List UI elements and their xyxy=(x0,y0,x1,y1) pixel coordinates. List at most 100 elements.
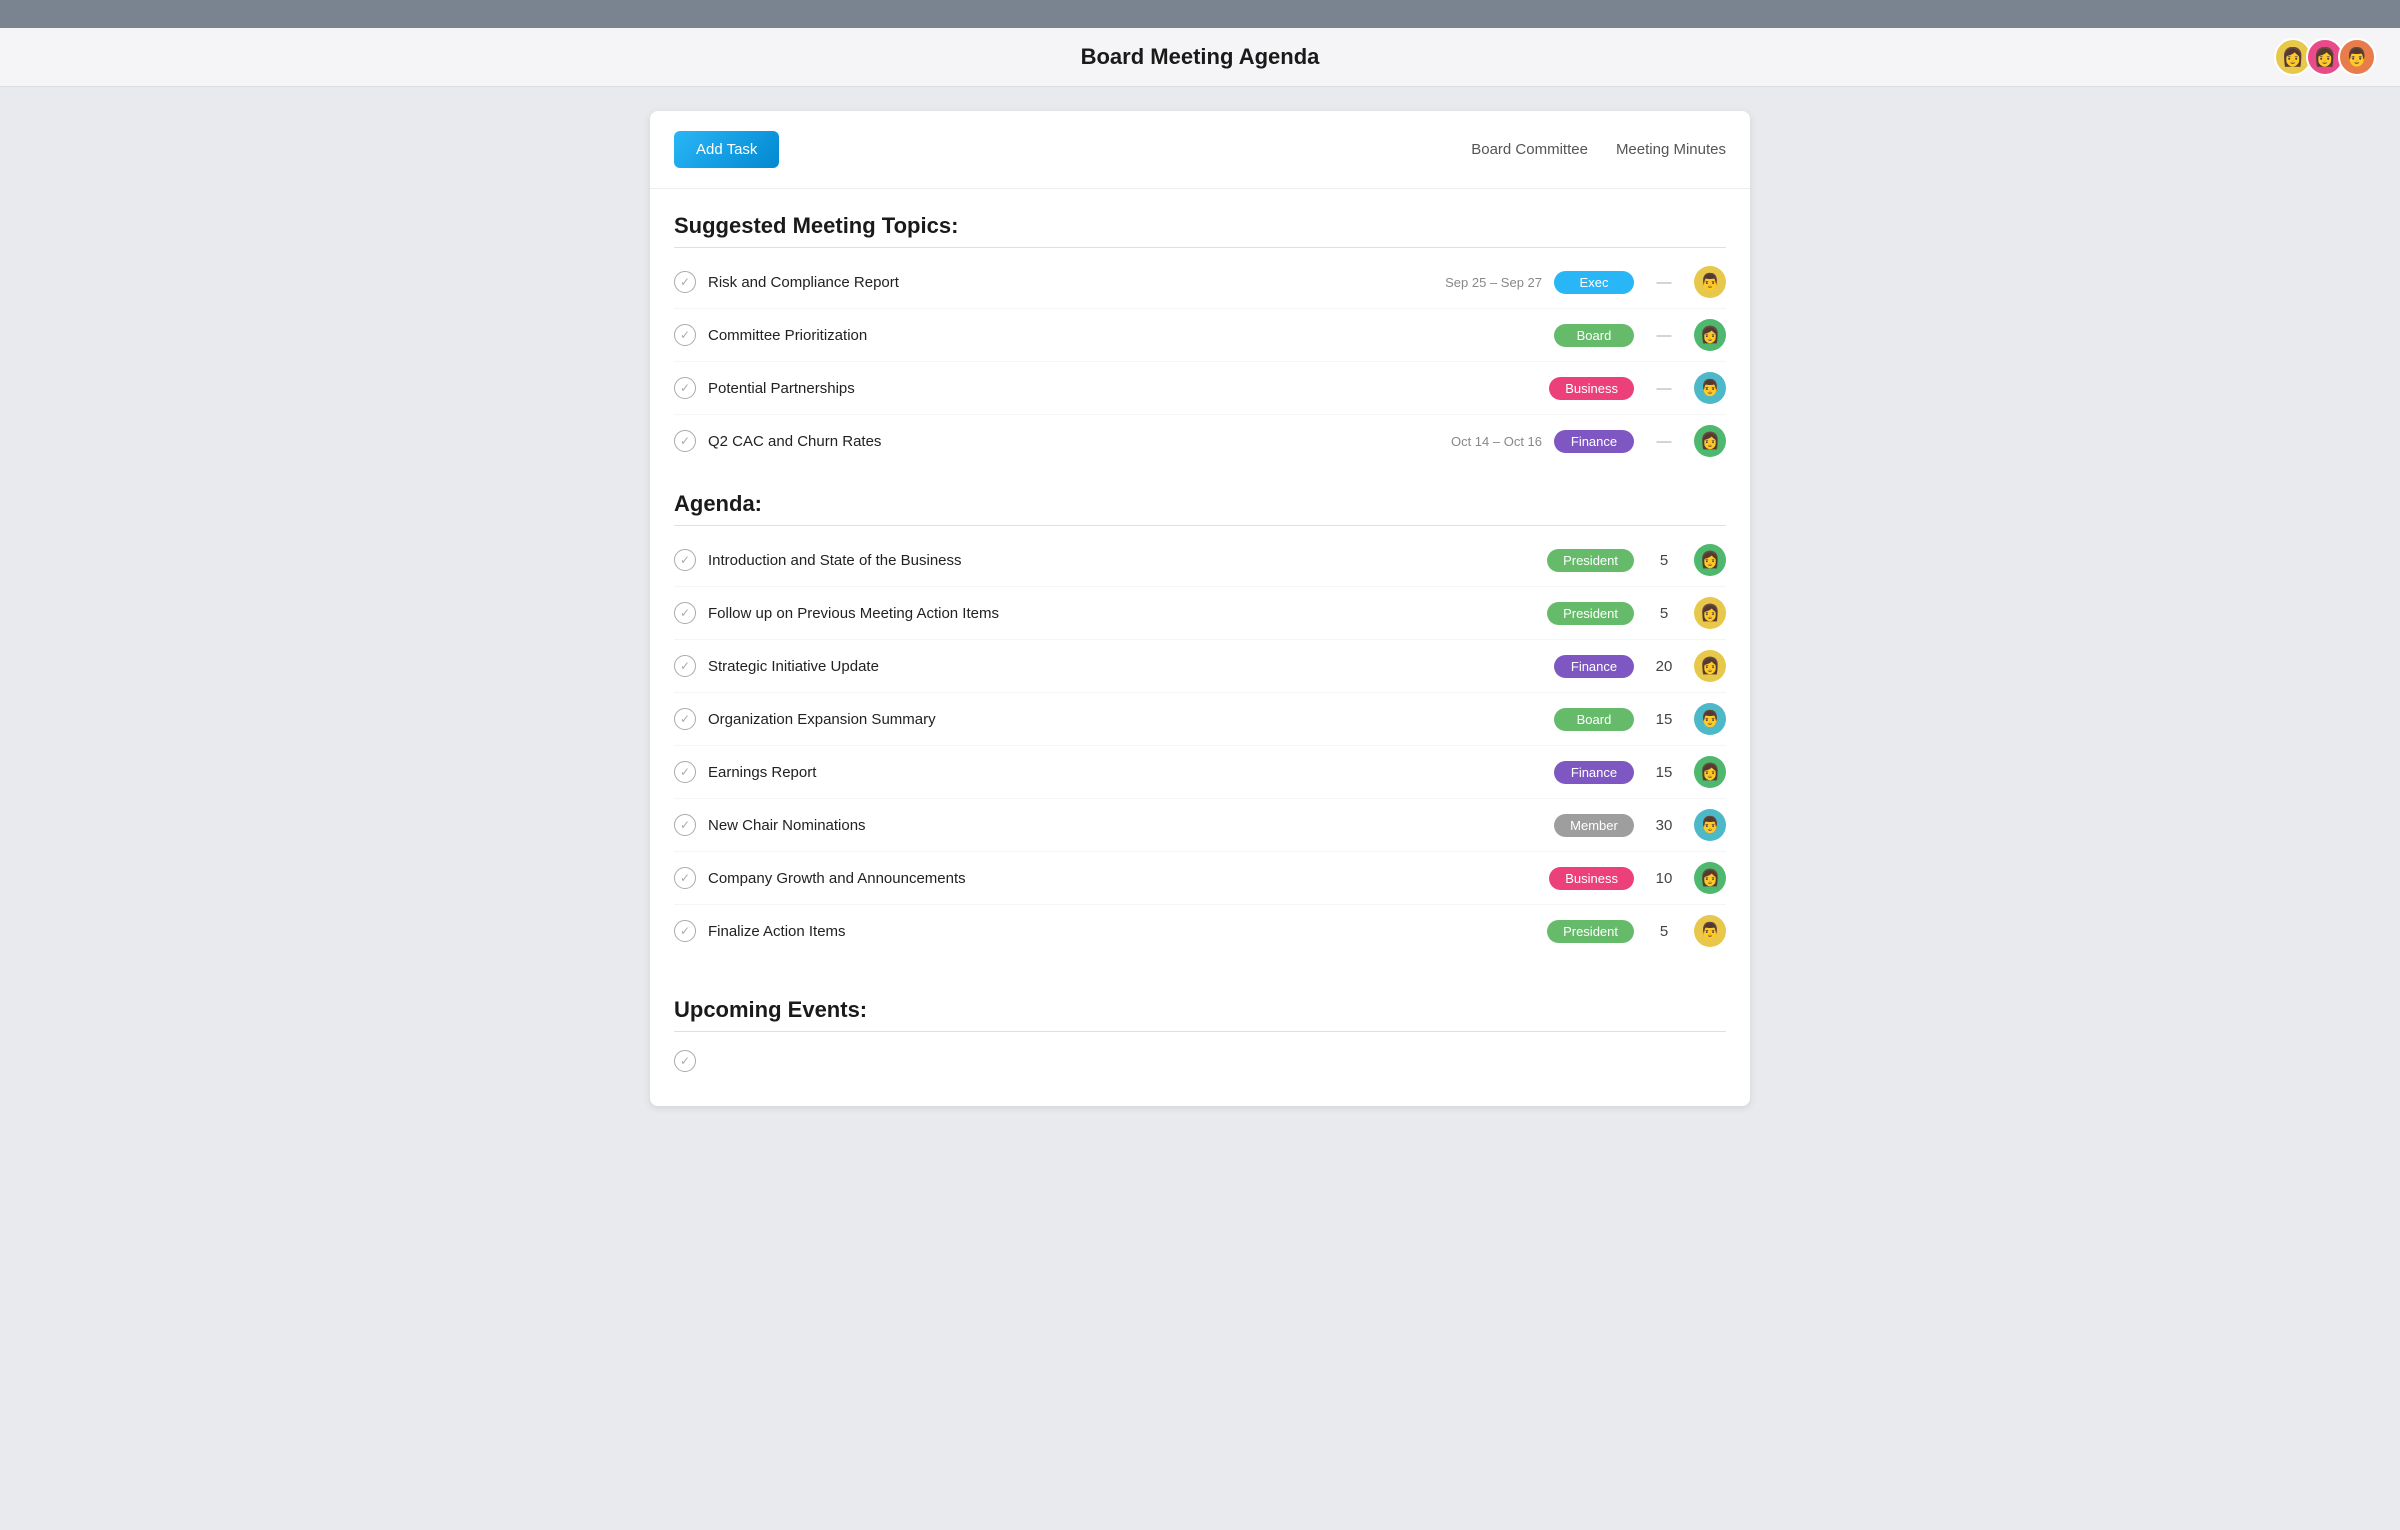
list-item: ✓ Strategic Initiative Update Finance 20… xyxy=(674,640,1726,693)
task-date: Oct 14 – Oct 16 xyxy=(1412,434,1542,449)
tag-finance: Finance xyxy=(1554,761,1634,784)
agenda-list: ✓ Introduction and State of the Business… xyxy=(674,534,1726,957)
task-dash: — xyxy=(1646,327,1682,344)
nav-meeting-minutes[interactable]: Meeting Minutes xyxy=(1616,141,1726,158)
check-icon[interactable]: ✓ xyxy=(674,708,696,730)
task-number: 5 xyxy=(1646,552,1682,569)
list-item: ✓ Follow up on Previous Meeting Action I… xyxy=(674,587,1726,640)
tag-president: President xyxy=(1547,602,1634,625)
check-icon[interactable]: ✓ xyxy=(674,602,696,624)
list-item: ✓ xyxy=(674,1040,1726,1082)
task-avatar: 👩 xyxy=(1694,544,1726,576)
list-item: ✓ Organization Expansion Summary Board 1… xyxy=(674,693,1726,746)
tag-exec: Exec xyxy=(1554,271,1634,294)
task-date: Sep 25 – Sep 27 xyxy=(1412,275,1542,290)
task-avatar: 👨 xyxy=(1694,703,1726,735)
upcoming-events-title: Upcoming Events: xyxy=(674,997,867,1023)
check-icon[interactable]: ✓ xyxy=(674,377,696,399)
check-icon[interactable]: ✓ xyxy=(674,1050,696,1072)
task-avatar: 👨 xyxy=(1694,266,1726,298)
task-dash: — xyxy=(1646,274,1682,291)
nav-board-committee[interactable]: Board Committee xyxy=(1471,141,1588,158)
avatar-3[interactable]: 👨 xyxy=(2338,38,2376,76)
check-icon[interactable]: ✓ xyxy=(674,761,696,783)
task-avatar: 👩 xyxy=(1694,756,1726,788)
list-item: ✓ Q2 CAC and Churn Rates Oct 14 – Oct 16… xyxy=(674,415,1726,467)
task-number: 10 xyxy=(1646,870,1682,887)
check-icon[interactable]: ✓ xyxy=(674,867,696,889)
task-number: 15 xyxy=(1646,764,1682,781)
task-name: Finalize Action Items xyxy=(708,923,1535,940)
task-name: Strategic Initiative Update xyxy=(708,658,1542,675)
content-area: Suggested Meeting Topics: ✓ Risk and Com… xyxy=(650,189,1750,1106)
task-name: Company Growth and Announcements xyxy=(708,870,1537,887)
list-item: ✓ Earnings Report Finance 15 👩 xyxy=(674,746,1726,799)
main-panel: Add Task Board Committee Meeting Minutes… xyxy=(650,111,1750,1106)
check-icon[interactable]: ✓ xyxy=(674,324,696,346)
task-name: Follow up on Previous Meeting Action Ite… xyxy=(708,605,1535,622)
task-name: New Chair Nominations xyxy=(708,817,1542,834)
task-number: 20 xyxy=(1646,658,1682,675)
task-name: Committee Prioritization xyxy=(708,327,1400,344)
suggested-topics-header: Suggested Meeting Topics: xyxy=(674,189,1726,247)
suggested-topics-list: ✓ Risk and Compliance Report Sep 25 – Se… xyxy=(674,256,1726,467)
task-dash: — xyxy=(1646,433,1682,450)
task-name: Introduction and State of the Business xyxy=(708,552,1535,569)
task-name: Risk and Compliance Report xyxy=(708,274,1400,291)
list-item: ✓ Committee Prioritization Board — 👩 xyxy=(674,309,1726,362)
task-avatar: 👨 xyxy=(1694,915,1726,947)
agenda-header: Agenda: xyxy=(674,467,1726,525)
tag-finance: Finance xyxy=(1554,655,1634,678)
task-avatar: 👩 xyxy=(1694,425,1726,457)
agenda-divider xyxy=(674,525,1726,526)
list-item: ✓ Risk and Compliance Report Sep 25 – Se… xyxy=(674,256,1726,309)
task-name: Potential Partnerships xyxy=(708,380,1395,397)
suggested-topics-divider xyxy=(674,247,1726,248)
check-icon[interactable]: ✓ xyxy=(674,655,696,677)
task-number: 15 xyxy=(1646,711,1682,728)
task-avatar: 👨 xyxy=(1694,809,1726,841)
list-item: ✓ Introduction and State of the Business… xyxy=(674,534,1726,587)
task-name: Earnings Report xyxy=(708,764,1542,781)
check-icon[interactable]: ✓ xyxy=(674,549,696,571)
task-avatar: 👩 xyxy=(1694,597,1726,629)
suggested-topics-title: Suggested Meeting Topics: xyxy=(674,213,958,239)
tag-business: Business xyxy=(1549,377,1634,400)
app-header: Board Meeting Agenda 👩 👩 👨 xyxy=(0,28,2400,87)
check-icon[interactable]: ✓ xyxy=(674,430,696,452)
task-avatar: 👩 xyxy=(1694,650,1726,682)
tag-business: Business xyxy=(1549,867,1634,890)
upcoming-events-header: Upcoming Events: xyxy=(674,973,1726,1031)
task-number: 30 xyxy=(1646,817,1682,834)
task-avatar: 👩 xyxy=(1694,319,1726,351)
task-name: Q2 CAC and Churn Rates xyxy=(708,433,1400,450)
header-avatars: 👩 👩 👨 xyxy=(2274,38,2376,76)
list-item: ✓ Company Growth and Announcements Busin… xyxy=(674,852,1726,905)
tag-finance: Finance xyxy=(1554,430,1634,453)
tag-board: Board xyxy=(1554,708,1634,731)
task-dash: — xyxy=(1646,380,1682,397)
list-item: ✓ New Chair Nominations Member 30 👨 xyxy=(674,799,1726,852)
list-item: ✓ Potential Partnerships Business — 👨 xyxy=(674,362,1726,415)
check-icon[interactable]: ✓ xyxy=(674,920,696,942)
tag-member: Member xyxy=(1554,814,1634,837)
add-task-button[interactable]: Add Task xyxy=(674,131,779,168)
upcoming-events-divider xyxy=(674,1031,1726,1032)
toolbar: Add Task Board Committee Meeting Minutes xyxy=(650,111,1750,189)
toolbar-nav: Board Committee Meeting Minutes xyxy=(1471,141,1726,158)
task-number: 5 xyxy=(1646,923,1682,940)
page-title: Board Meeting Agenda xyxy=(1081,44,1320,70)
top-bar xyxy=(0,0,2400,28)
task-number: 5 xyxy=(1646,605,1682,622)
upcoming-events-section: Upcoming Events: ✓ xyxy=(674,957,1726,1082)
tag-board: Board xyxy=(1554,324,1634,347)
list-item: ✓ Finalize Action Items President 5 👨 xyxy=(674,905,1726,957)
tag-president: President xyxy=(1547,920,1634,943)
task-avatar: 👨 xyxy=(1694,372,1726,404)
tag-president: President xyxy=(1547,549,1634,572)
check-icon[interactable]: ✓ xyxy=(674,271,696,293)
task-avatar: 👩 xyxy=(1694,862,1726,894)
check-icon[interactable]: ✓ xyxy=(674,814,696,836)
task-name: Organization Expansion Summary xyxy=(708,711,1542,728)
agenda-title: Agenda: xyxy=(674,491,762,517)
